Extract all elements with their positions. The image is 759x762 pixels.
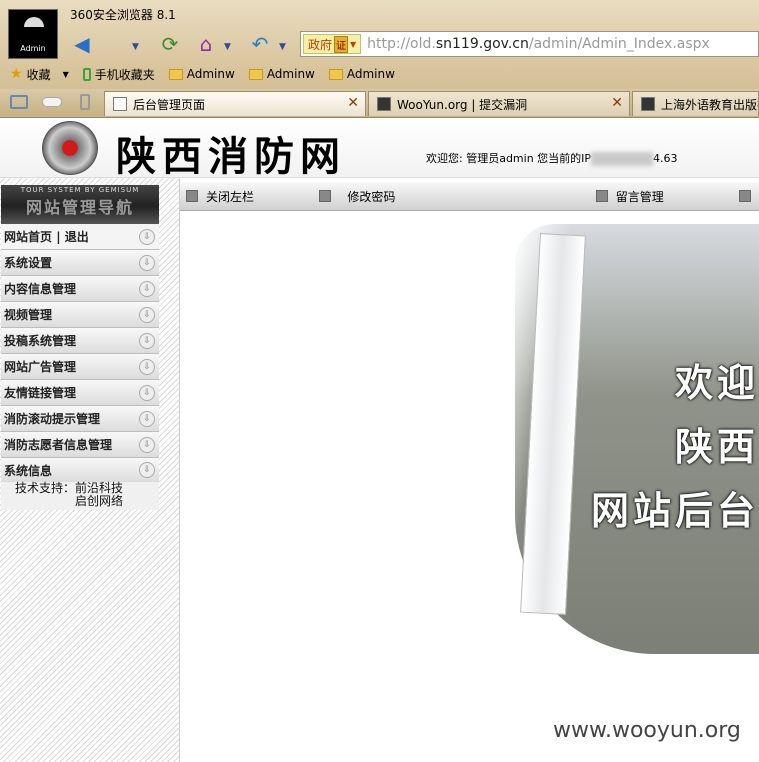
sidebar-item-submission[interactable]: 投稿系统管理 ⇩ xyxy=(1,328,159,354)
fire-emblem-logo xyxy=(42,121,98,175)
redacted-ip xyxy=(591,152,654,166)
sidebar-item-links[interactable]: 友情链接管理 ⇩ xyxy=(1,380,159,406)
mobile-icon[interactable] xyxy=(80,94,90,110)
page-icon xyxy=(377,97,391,111)
chevron-down-icon: ⇩ xyxy=(139,410,155,427)
welcome-message: 欢迎您: 管理员admin 您当前的IP 4.63 xyxy=(426,152,678,166)
watermark: www.wooyun.org xyxy=(553,718,741,743)
home-icon[interactable]: ⌂ xyxy=(192,32,220,56)
chevron-down-icon: ⇩ xyxy=(139,462,155,478)
star-icon: ★ xyxy=(10,66,23,82)
folder-icon xyxy=(248,68,263,80)
gov-site-badge[interactable]: 政府 证 ▼ xyxy=(303,34,362,54)
site-header: 陕西消防网 欢迎您: 管理员admin 您当前的IP 4.63 xyxy=(0,118,759,180)
collapse-left-icon[interactable] xyxy=(186,190,198,202)
phone-icon xyxy=(82,67,91,81)
chevron-down-icon[interactable]: ⇩ xyxy=(139,228,155,245)
welcome-text-line-2: 陕西 xyxy=(674,424,759,469)
change-password-link[interactable]: 修改密码 xyxy=(347,188,579,205)
browser-title: 360安全浏览器 8.1 xyxy=(70,8,176,22)
welcome-text-line-3: 网站后台 xyxy=(590,488,759,533)
sidebar-item-ads[interactable]: 网站广告管理 ⇩ xyxy=(1,354,159,380)
url-text[interactable]: http://old.sn119.gov.cn/admin/Admin_Inde… xyxy=(367,36,710,52)
chevron-down-icon: ⇩ xyxy=(139,306,155,323)
sidebar-item-system-settings[interactable]: 系统设置 ⇩ xyxy=(1,250,159,276)
fire-building-photo: 欢迎 陕西 网站后台 xyxy=(515,224,759,654)
sidebar-item-home: 网站首页 | 退出 ⇩ xyxy=(1,224,159,250)
folder-icon xyxy=(328,68,343,80)
tab-bar: 后台管理页面 ✕ WooYun.org | 提交漏洞 ✕ 上海外语教育出版社 xyxy=(0,89,759,117)
favorite-folder-2[interactable]: Adminw xyxy=(248,67,315,81)
favorite-folder-3[interactable]: Adminw xyxy=(328,67,395,81)
welcome-text-line-1: 欢迎 xyxy=(674,360,759,405)
home-link[interactable]: 网站首页 xyxy=(4,230,52,244)
guestbook-link[interactable]: 留言管理 xyxy=(616,188,733,205)
favorites-menu[interactable]: ★ 收藏 ▼ xyxy=(10,66,69,83)
sidebar-item-scroll-tips[interactable]: 消防滚动提示管理 ⇩ xyxy=(1,406,159,432)
home-dropdown-icon[interactable]: ▼ xyxy=(224,42,231,52)
page-icon xyxy=(641,97,655,111)
restore-tab-icon[interactable]: ↶ xyxy=(246,32,274,56)
sidebar-item-content[interactable]: 内容信息管理 ⇩ xyxy=(1,276,159,302)
sidebar-item-volunteers[interactable]: 消防志愿者信息管理 ⇩ xyxy=(1,432,159,458)
favorite-mobile[interactable]: 手机收藏夹 xyxy=(82,66,155,83)
chevron-down-icon: ⇩ xyxy=(139,332,155,349)
back-dropdown-icon[interactable]: ▼ xyxy=(132,42,139,52)
site-title: 陕西消防网 xyxy=(116,133,346,180)
page-icon xyxy=(113,97,127,111)
folder-icon xyxy=(168,68,183,80)
sidebar-item-video[interactable]: 视频管理 ⇩ xyxy=(1,302,159,328)
sidebar-toggle-icon[interactable] xyxy=(10,95,28,109)
chevron-down-icon: ⇩ xyxy=(139,436,155,453)
logout-link[interactable]: 退出 xyxy=(65,230,89,244)
sidebar-item-system-info[interactable]: 系统信息 ⇩ xyxy=(1,458,159,482)
chevron-down-icon: ⇩ xyxy=(139,254,155,271)
fire-ladder xyxy=(520,233,586,615)
close-tab-icon[interactable]: ✕ xyxy=(347,95,359,111)
favorite-folder-1[interactable]: Adminw xyxy=(168,67,235,81)
tech-support: 技术支持：前沿科技 启创网络 xyxy=(1,482,159,510)
badge-dropdown-icon: ▼ xyxy=(350,39,357,49)
admin-sidebar: TOUR SYSTEM BY GEMISUM 网站管理导航 网站首页 | 退出 … xyxy=(0,178,180,762)
admin-topnav: 关闭左栏 修改密码 留言管理 xyxy=(180,182,759,211)
restore-dropdown-icon[interactable]: ▼ xyxy=(279,42,286,52)
user-avatar[interactable]: Admin xyxy=(8,9,58,59)
tab-admin[interactable]: 后台管理页面 ✕ xyxy=(104,91,366,116)
cloud-icon[interactable] xyxy=(42,97,62,107)
back-icon[interactable]: ◀ xyxy=(68,32,96,56)
chevron-down-icon: ⇩ xyxy=(139,280,155,297)
favorites-bar: ★ 收藏 ▼ 手机收藏夹 Adminw Adminw Adminw xyxy=(0,64,759,84)
sidebar-menu: 网站首页 | 退出 ⇩ 系统设置 ⇩ 内容信息管理 ⇩ 视频管理 ⇩ 投稿系统管理 ⇩ … xyxy=(1,224,159,510)
close-left-pane-link[interactable]: 关闭左栏 xyxy=(206,188,319,205)
tab-wooyun[interactable]: WooYun.org | 提交漏洞 ✕ xyxy=(368,91,630,116)
more-icon[interactable] xyxy=(739,190,752,202)
chevron-down-icon: ⇩ xyxy=(139,384,155,401)
refresh-icon[interactable]: ⟳ xyxy=(156,32,184,56)
guestbook-icon xyxy=(595,190,608,202)
main-content: 欢迎 陕西 网站后台 xyxy=(180,212,759,762)
tab-shanghai[interactable]: 上海外语教育出版社 xyxy=(632,91,759,116)
address-bar[interactable]: 政府 证 ▼ http://old.sn119.gov.cn/admin/Adm… xyxy=(300,31,759,57)
password-icon xyxy=(319,190,332,202)
chevron-down-icon: ⇩ xyxy=(139,358,155,375)
sidebar-header: TOUR SYSTEM BY GEMISUM 网站管理导航 xyxy=(1,185,159,224)
favorites-dropdown-icon: ▼ xyxy=(62,69,69,79)
close-tab-icon[interactable]: ✕ xyxy=(611,95,623,111)
browser-chrome: Admin 360安全浏览器 8.1 ◀ ▼ ⟳ ⌂ ▼ ↶ ▼ 政府 证 ▼ … xyxy=(0,0,759,118)
